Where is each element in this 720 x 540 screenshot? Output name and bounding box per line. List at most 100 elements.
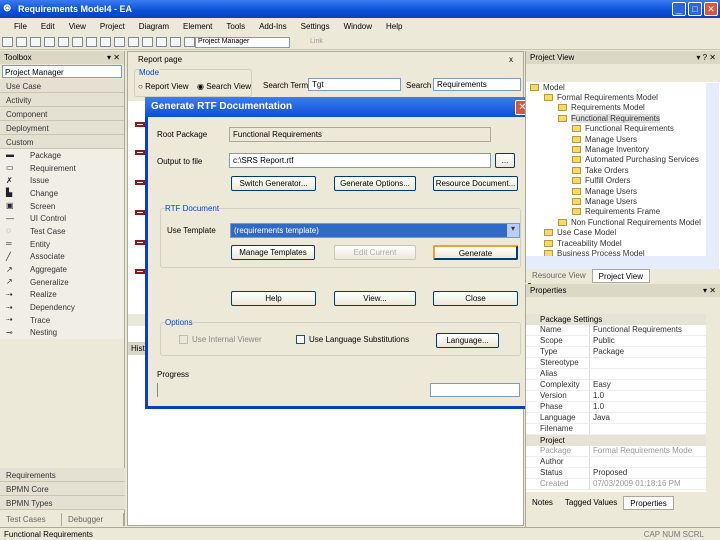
- toolbox-category[interactable]: Custom: [0, 135, 124, 149]
- chevron-down-icon[interactable]: ▾: [507, 224, 519, 237]
- resource-document-button[interactable]: Resource Document...: [433, 176, 518, 191]
- project-tab[interactable]: Project View: [591, 269, 650, 283]
- property-row[interactable]: Complexity Easy: [526, 380, 706, 391]
- tree-node[interactable]: Automated Purchasing Services: [530, 155, 720, 165]
- close-dialog-button[interactable]: Close: [433, 291, 518, 306]
- properties-tab[interactable]: Properties: [623, 496, 674, 510]
- toolbox-tool[interactable]: ▭ Requirement: [0, 162, 124, 175]
- maximize-button[interactable]: □: [688, 2, 702, 16]
- property-value[interactable]: Java: [590, 413, 610, 423]
- tree-node[interactable]: Non Functional Requirements Model: [530, 217, 720, 227]
- toolbar-button-icon[interactable]: [30, 37, 41, 47]
- property-value[interactable]: 1.0: [590, 391, 604, 401]
- properties-tab[interactable]: Notes: [526, 496, 559, 510]
- property-row[interactable]: Phase 1.0: [526, 402, 706, 413]
- toolbox-category[interactable]: Component: [0, 107, 124, 121]
- toolbar-button-icon[interactable]: [128, 37, 139, 47]
- output-file-input[interactable]: c:\SRS Report.rtf: [229, 153, 491, 168]
- toolbar-button-icon[interactable]: [72, 37, 83, 47]
- minimize-button[interactable]: _: [672, 2, 686, 16]
- tree-node[interactable]: Use Case Model: [530, 227, 720, 237]
- menu-tools[interactable]: Tools: [226, 22, 245, 34]
- toolbox-tool[interactable]: ◌ Test Case: [0, 225, 124, 238]
- tree-node[interactable]: Model: [530, 82, 720, 92]
- property-value[interactable]: Public: [590, 336, 615, 346]
- toolbar-button-icon[interactable]: [114, 37, 125, 47]
- toolbox-tool[interactable]: — UI Control: [0, 212, 124, 225]
- property-value[interactable]: 07/03/2009 01:18:16 PM: [590, 479, 681, 489]
- internal-viewer-checkbox[interactable]: Use Internal Viewer: [179, 335, 262, 344]
- toolbox-tool[interactable]: ▣ Screen: [0, 200, 124, 213]
- search-select[interactable]: Requirements: [433, 78, 521, 91]
- menu-settings[interactable]: Settings: [301, 22, 330, 34]
- toolbox-tool[interactable]: ╱ Associate: [0, 251, 124, 264]
- tree-node[interactable]: Take Orders: [530, 165, 720, 175]
- switch-generator-button[interactable]: Switch Generator...: [231, 176, 316, 191]
- tree-node[interactable]: Functional Requirements: [530, 113, 720, 123]
- menu-view[interactable]: View: [69, 22, 86, 34]
- property-value[interactable]: [590, 369, 593, 379]
- property-value[interactable]: [590, 424, 593, 434]
- toolbar-button-icon[interactable]: [184, 37, 195, 47]
- property-row[interactable]: Type Package: [526, 347, 706, 358]
- menu-window[interactable]: Window: [344, 22, 372, 34]
- language-substitution-checkbox[interactable]: Use Language Substitutions: [296, 335, 409, 344]
- property-row[interactable]: Filename: [526, 424, 706, 435]
- toolbox-tool[interactable]: ⊸ Nesting: [0, 327, 124, 340]
- menu-element[interactable]: Element: [183, 22, 212, 34]
- property-row[interactable]: Language Java: [526, 413, 706, 424]
- toolbar-button-icon[interactable]: [2, 37, 13, 47]
- toolbox-tool[interactable]: ▬ Package: [0, 149, 124, 162]
- property-row[interactable]: Status Proposed: [526, 468, 706, 479]
- toolbox-tab[interactable]: Debugger: [62, 513, 124, 526]
- search-view-radio[interactable]: ◉ Search View: [197, 82, 251, 91]
- tree-node[interactable]: Manage Users: [530, 134, 720, 144]
- link-button[interactable]: Link: [310, 38, 323, 45]
- properties-tab[interactable]: Tagged Values: [559, 496, 623, 510]
- toolbox-category[interactable]: BPMN Core: [0, 482, 125, 496]
- toolbox-tool[interactable]: ↗ Aggregate: [0, 263, 124, 276]
- search-term-input[interactable]: Tgt: [308, 78, 401, 91]
- tree-node[interactable]: Requirements Model: [530, 103, 720, 113]
- toolbox-category[interactable]: Requirements: [0, 468, 125, 482]
- close-icon[interactable]: ▾ ✕: [107, 53, 120, 62]
- property-row[interactable]: Package Formal Requirements Mode: [526, 446, 706, 457]
- menu-file[interactable]: File: [14, 22, 27, 34]
- toolbar-button-icon[interactable]: [170, 37, 181, 47]
- group-project[interactable]: Project: [526, 435, 706, 446]
- property-value[interactable]: Package: [590, 347, 624, 357]
- toolbox-tool[interactable]: ✗ Issue: [0, 174, 124, 187]
- tree-node[interactable]: Requirements Frame: [530, 207, 720, 217]
- toolbox-tool[interactable]: ↗ Generalize: [0, 276, 124, 289]
- menu-diagram[interactable]: Diagram: [139, 22, 169, 34]
- tree-node[interactable]: Traceability Model: [530, 238, 720, 248]
- project-tab[interactable]: Resource View: [526, 269, 592, 283]
- toolbox-tool[interactable]: ⇢ Realize: [0, 289, 124, 302]
- toolbox-tool[interactable]: ═ Entity: [0, 238, 124, 251]
- help-button[interactable]: Help: [231, 291, 316, 306]
- close-icon[interactable]: x: [509, 55, 513, 64]
- toolbox-selector[interactable]: Project Manager: [2, 65, 122, 78]
- menu-project[interactable]: Project: [100, 22, 125, 34]
- property-row[interactable]: Version 1.0: [526, 391, 706, 402]
- menu-help[interactable]: Help: [386, 22, 402, 34]
- horizontal-scrollbar[interactable]: [526, 256, 719, 269]
- report-tab[interactable]: Report page x: [128, 52, 523, 67]
- toolbox-category[interactable]: Activity: [0, 93, 124, 107]
- tree-node[interactable]: Fulfill Orders: [530, 176, 720, 186]
- toolbox-category[interactable]: Deployment: [0, 121, 124, 135]
- property-row[interactable]: Alias: [526, 369, 706, 380]
- manage-templates-button[interactable]: Manage Templates: [231, 245, 315, 260]
- property-value[interactable]: [590, 457, 593, 467]
- tree-node[interactable]: Formal Requirements Model: [530, 92, 720, 102]
- template-select[interactable]: (requirements template) ▾: [230, 223, 520, 238]
- property-row[interactable]: Stereotype: [526, 358, 706, 369]
- property-value[interactable]: Formal Requirements Mode: [590, 446, 692, 456]
- property-row[interactable]: Scope Public: [526, 336, 706, 347]
- toolbar-button-icon[interactable]: [100, 37, 111, 47]
- close-icon[interactable]: ▾ ? ✕: [696, 53, 716, 62]
- tree-node[interactable]: Manage Inventory: [530, 144, 720, 154]
- report-view-radio[interactable]: ○ Report View: [138, 82, 189, 91]
- menu-add-ins[interactable]: Add-Ins: [259, 22, 287, 34]
- toolbox-tool[interactable]: ⇢ Dependency: [0, 301, 124, 314]
